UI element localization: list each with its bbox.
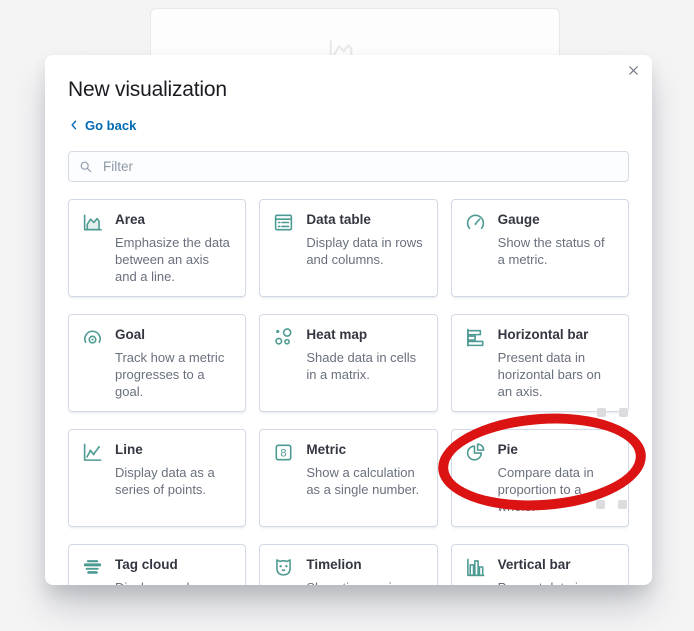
annotation-handle bbox=[618, 500, 627, 509]
vis-type-description: Track how a metric progresses to a goal. bbox=[115, 350, 225, 399]
vis-type-description: Shade data in cells in a matrix. bbox=[306, 350, 417, 382]
line-icon bbox=[82, 442, 103, 463]
vis-card-line[interactable]: Line Display data as a series of points. bbox=[68, 429, 247, 527]
chevron-left-icon bbox=[71, 120, 77, 130]
vis-type-description: Display data in rows and columns. bbox=[306, 235, 423, 267]
vis-type-title: Timelion bbox=[306, 557, 362, 572]
vertical-bar-icon bbox=[465, 557, 486, 578]
data-table-icon bbox=[273, 212, 294, 233]
screen: New visualization Go back Area Emphasize… bbox=[0, 0, 694, 631]
vis-type-description: Emphasize the data between an axis and a… bbox=[115, 235, 230, 284]
svg-text:8: 8 bbox=[281, 448, 287, 460]
vis-card-horizontal-bar[interactable]: Horizontal bar Present data in horizonta… bbox=[450, 314, 629, 412]
goal-icon bbox=[82, 327, 103, 348]
pie-icon bbox=[465, 442, 486, 463]
vis-card-timelion[interactable]: Timelion Show time series data on a grap… bbox=[259, 544, 438, 585]
heat-map-icon bbox=[273, 327, 294, 348]
vis-type-description: Show the status of a metric. bbox=[497, 235, 605, 267]
vis-card-metric[interactable]: 8 Metric Show a calculation as a single … bbox=[259, 429, 438, 527]
vis-card-heat-map[interactable]: Heat map Shade data in cells in a matrix… bbox=[259, 314, 438, 412]
go-back-label: Go back bbox=[85, 117, 137, 133]
metric-icon: 8 bbox=[273, 442, 294, 463]
vis-type-grid: Area Emphasize the data between an axis … bbox=[68, 199, 629, 585]
vis-type-title: Gauge bbox=[497, 212, 540, 227]
vis-type-title: Line bbox=[115, 442, 143, 457]
search-icon bbox=[80, 161, 92, 172]
new-visualization-modal: New visualization Go back Area Emphasize… bbox=[45, 55, 652, 585]
vis-type-title: Pie bbox=[497, 442, 518, 457]
vis-card-area[interactable]: Area Emphasize the data between an axis … bbox=[68, 199, 247, 297]
vis-type-title: Goal bbox=[115, 327, 146, 342]
vis-card-goal[interactable]: Goal Track how a metric progresses to a … bbox=[68, 314, 247, 412]
tag-cloud-icon bbox=[82, 557, 103, 578]
vis-type-title: Heat map bbox=[306, 327, 368, 342]
vis-type-description: Display word frequency with font size. bbox=[115, 579, 232, 585]
filter-field bbox=[68, 151, 629, 182]
vis-card-gauge[interactable]: Gauge Show the status of a metric. bbox=[450, 199, 629, 297]
vis-type-title: Data table bbox=[306, 212, 371, 227]
vis-type-description: Display data as a series of points. bbox=[115, 465, 215, 497]
annotation-handle bbox=[596, 500, 605, 509]
vis-type-description: Show time series data on a graph. bbox=[306, 579, 423, 585]
vis-type-title: Area bbox=[115, 212, 146, 227]
modal-title: New visualization bbox=[68, 78, 227, 101]
area-icon bbox=[82, 212, 103, 233]
vis-type-description: Present data in horizontal bars on an ax… bbox=[497, 350, 601, 399]
vis-type-title: Metric bbox=[306, 442, 347, 457]
annotation-handle bbox=[619, 408, 628, 417]
vis-type-description: Present data in vertical bars on an axis… bbox=[498, 579, 615, 585]
annotation-handle bbox=[597, 408, 606, 417]
vis-type-description: Show a calculation as a single number. bbox=[306, 465, 420, 497]
vis-card-pie[interactable]: Pie Compare data in proportion to a whol… bbox=[450, 429, 629, 527]
vis-card-data-table[interactable]: Data table Display data in rows and colu… bbox=[259, 199, 438, 297]
filter-input[interactable] bbox=[101, 158, 618, 175]
timelion-icon bbox=[273, 557, 294, 578]
gauge-icon bbox=[465, 212, 486, 233]
vis-card-tag-cloud[interactable]: Tag cloud Display word frequency with fo… bbox=[68, 544, 247, 585]
vis-type-title: Tag cloud bbox=[115, 557, 178, 572]
close-icon[interactable] bbox=[624, 61, 642, 79]
go-back-link[interactable]: Go back bbox=[68, 117, 136, 133]
vis-type-title: Horizontal bar bbox=[497, 327, 589, 342]
horizontal-bar-icon bbox=[465, 327, 486, 348]
vis-type-title: Vertical bar bbox=[497, 557, 571, 572]
vis-card-vertical-bar[interactable]: Vertical bar Present data in vertical ba… bbox=[450, 544, 629, 585]
